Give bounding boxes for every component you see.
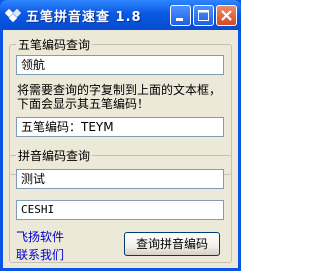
close-icon xyxy=(221,10,232,21)
window-border xyxy=(0,30,241,271)
app-icon xyxy=(5,8,21,23)
minimize-icon xyxy=(176,18,183,21)
minimize-button[interactable] xyxy=(170,5,191,26)
window-title: 五笔拼音速查 1.8 xyxy=(26,10,142,25)
maximize-button[interactable] xyxy=(193,5,214,26)
maximize-icon xyxy=(198,10,209,21)
close-button[interactable] xyxy=(216,5,237,26)
title-bar[interactable]: 五笔拼音速查 1.8 xyxy=(0,0,241,30)
app-window: 五笔拼音速查 1.8 五笔编码查询 领航 将需要查询的字复制到上面的文本框，下面… xyxy=(0,0,241,271)
